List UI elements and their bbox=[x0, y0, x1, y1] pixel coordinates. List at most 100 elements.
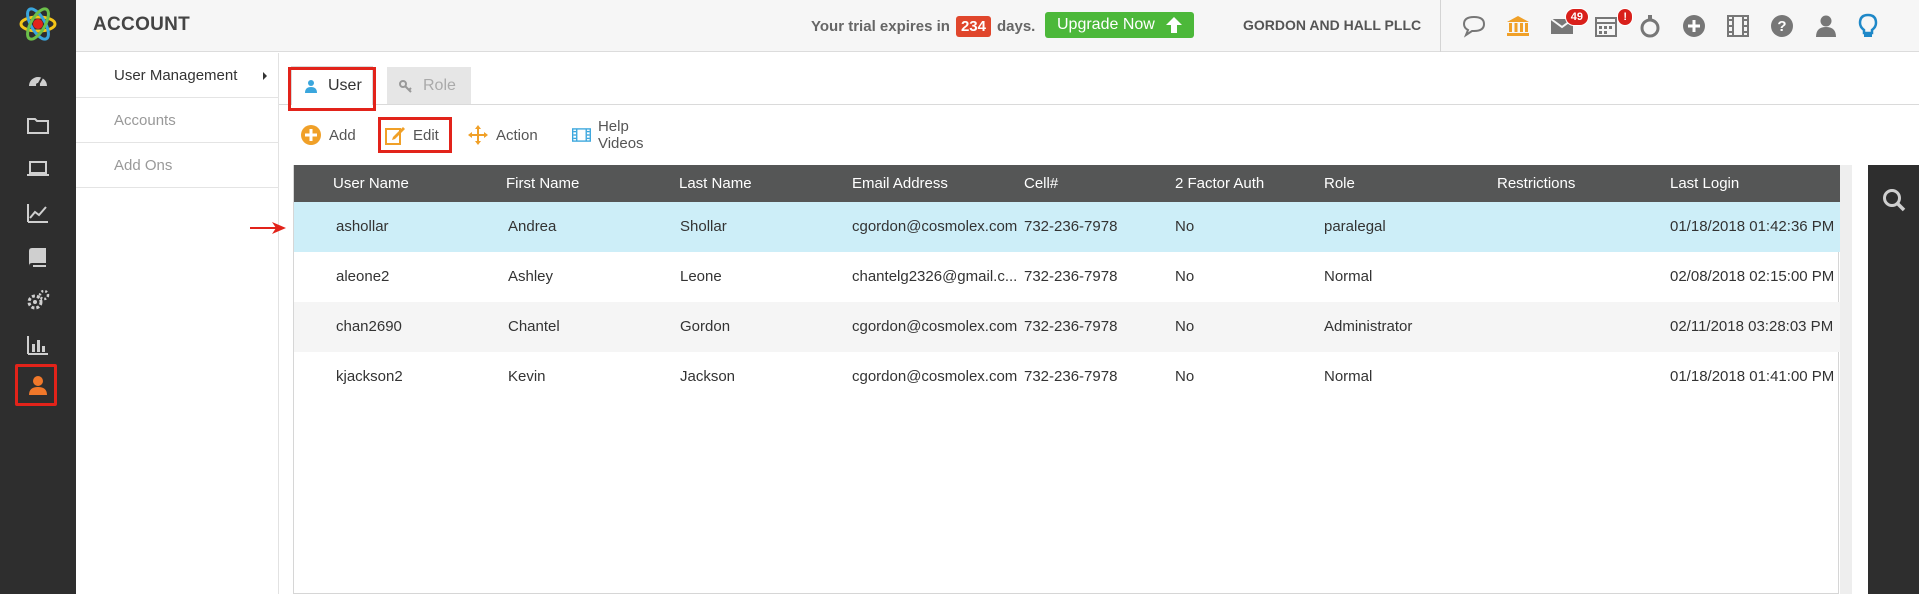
subnav-item-add-ons[interactable]: Add Ons bbox=[76, 143, 279, 188]
cell-cell: 732-236-7978 bbox=[1024, 368, 1118, 385]
col-cell[interactable]: Cell# bbox=[1024, 175, 1058, 192]
cell-role: Administrator bbox=[1324, 318, 1413, 335]
mail-icon[interactable]: 49 bbox=[1547, 8, 1589, 41]
top-header: ACCOUNT Your trial expires in 234 days. … bbox=[76, 0, 1919, 52]
active-nav-highlight bbox=[15, 364, 57, 406]
col-user-name[interactable]: User Name bbox=[333, 175, 409, 192]
cell-2fa: No bbox=[1175, 368, 1195, 385]
cell-cell: 732-236-7978 bbox=[1024, 218, 1118, 235]
col-email[interactable]: Email Address bbox=[852, 175, 948, 192]
help-videos-button[interactable]: Help Videos bbox=[572, 118, 653, 152]
subnav-item-user-management[interactable]: User Management bbox=[76, 53, 279, 98]
cell-first-name: Andrea bbox=[508, 218, 557, 235]
cell-email: chantelg2326@gmail.c... bbox=[852, 268, 1018, 285]
table-row[interactable]: chan2690 Chantel Gordon cgordon@cosmolex… bbox=[294, 302, 1840, 352]
left-rail bbox=[0, 0, 76, 594]
add-circle-icon[interactable] bbox=[1679, 11, 1709, 41]
cell-last-name: Gordon bbox=[680, 318, 731, 335]
subnav-item-label: Add Ons bbox=[114, 156, 173, 174]
trial-prefix: Your trial expires in bbox=[811, 18, 950, 35]
cell-cell: 732-236-7978 bbox=[1024, 268, 1118, 285]
app-logo-icon[interactable] bbox=[18, 4, 58, 44]
subnav-item-label: User Management bbox=[114, 66, 238, 84]
col-last-login[interactable]: Last Login bbox=[1670, 175, 1739, 192]
cell-2fa: No bbox=[1175, 218, 1195, 235]
trial-notice: Your trial expires in 234 days. bbox=[811, 16, 1035, 37]
bank-icon[interactable] bbox=[1503, 11, 1533, 41]
add-circle-icon bbox=[301, 125, 321, 145]
lightbulb-icon[interactable] bbox=[1853, 11, 1883, 41]
col-restrictions[interactable]: Restrictions bbox=[1497, 175, 1575, 192]
add-label: Add bbox=[329, 126, 356, 144]
table-row[interactable]: kjackson2 Kevin Jackson cgordon@cosmolex… bbox=[294, 352, 1840, 402]
cell-role: paralegal bbox=[1324, 218, 1386, 235]
calendar-icon[interactable]: ! bbox=[1591, 8, 1633, 41]
upgrade-label: Upgrade Now bbox=[1057, 16, 1155, 33]
user-profile-icon[interactable] bbox=[1811, 11, 1841, 41]
cell-user-name: chan2690 bbox=[336, 318, 402, 335]
upgrade-button[interactable]: Upgrade Now bbox=[1045, 12, 1194, 38]
gears-icon[interactable] bbox=[0, 279, 76, 323]
action-button[interactable]: Action bbox=[467, 118, 538, 152]
calendar-alert-badge: ! bbox=[1617, 8, 1633, 26]
film-icon[interactable] bbox=[1723, 11, 1753, 41]
dashboard-icon[interactable] bbox=[0, 59, 76, 103]
timer-icon[interactable] bbox=[1635, 11, 1665, 41]
book-icon[interactable] bbox=[0, 235, 76, 279]
account-subnav: User Management Accounts Add Ons bbox=[76, 53, 279, 594]
col-role[interactable]: Role bbox=[1324, 175, 1355, 192]
tab-bar: User Role bbox=[279, 53, 1919, 111]
grid-scrollbar[interactable] bbox=[1840, 165, 1852, 594]
right-search-panel bbox=[1868, 165, 1919, 594]
firm-name: GORDON AND HALL PLLC bbox=[1243, 17, 1422, 33]
trial-days-badge: 234 bbox=[955, 16, 991, 37]
cell-email: cgordon@cosmolex.com bbox=[852, 218, 1018, 235]
red-arrow-annotation-icon bbox=[250, 222, 286, 234]
col-2fa[interactable]: 2 Factor Auth bbox=[1175, 175, 1264, 192]
cell-user-name: aleone2 bbox=[336, 268, 390, 285]
svg-text:?: ? bbox=[1777, 18, 1786, 35]
action-label: Action bbox=[496, 126, 538, 144]
cell-last-login: 01/18/2018 01:41:00 PM bbox=[1670, 368, 1835, 385]
col-first-name[interactable]: First Name bbox=[506, 175, 579, 192]
film-strip-icon bbox=[572, 128, 591, 142]
laptop-icon[interactable] bbox=[0, 147, 76, 191]
header-divider bbox=[1440, 0, 1441, 52]
page-title: ACCOUNT bbox=[93, 14, 191, 35]
add-button[interactable]: Add bbox=[300, 118, 356, 152]
cell-last-name: Leone bbox=[680, 268, 722, 285]
user-tab-highlight bbox=[288, 67, 376, 111]
subnav-item-accounts[interactable]: Accounts bbox=[76, 98, 279, 143]
chart-line-icon[interactable] bbox=[0, 191, 76, 235]
folder-icon[interactable] bbox=[0, 103, 76, 147]
cell-email: cgordon@cosmolex.com bbox=[852, 368, 1018, 385]
help-icon[interactable]: ? bbox=[1767, 11, 1797, 41]
subnav-item-label: Accounts bbox=[114, 111, 176, 129]
cell-email: cgordon@cosmolex.com bbox=[852, 318, 1018, 335]
tab-role[interactable]: Role bbox=[387, 67, 471, 104]
cell-role: Normal bbox=[1324, 268, 1373, 285]
mail-count-badge: 49 bbox=[1564, 8, 1589, 26]
trial-suffix: days. bbox=[996, 18, 1036, 35]
cell-first-name: Chantel bbox=[508, 318, 560, 335]
col-last-name[interactable]: Last Name bbox=[679, 175, 752, 192]
cell-last-login: 02/11/2018 03:28:03 PM bbox=[1670, 318, 1834, 335]
table-row[interactable]: ashollar Andrea Shollar cgordon@cosmolex… bbox=[294, 202, 1840, 252]
cell-last-login: 01/18/2018 01:42:36 PM bbox=[1670, 218, 1835, 235]
help-videos-label: Help Videos bbox=[597, 118, 644, 152]
search-icon[interactable] bbox=[1881, 187, 1907, 213]
tab-label: Role bbox=[423, 76, 456, 94]
arrow-up-icon bbox=[1165, 17, 1182, 33]
cell-last-name: Jackson bbox=[680, 368, 736, 385]
cell-last-name: Shollar bbox=[680, 218, 727, 235]
users-grid: User Name First Name Last Name Email Add… bbox=[293, 165, 1852, 594]
cell-last-login: 02/08/2018 02:15:00 PM bbox=[1670, 268, 1835, 285]
cell-user-name: ashollar bbox=[336, 218, 389, 235]
caret-right-icon bbox=[263, 72, 267, 80]
bar-chart-icon[interactable] bbox=[0, 323, 76, 367]
cell-2fa: No bbox=[1175, 268, 1195, 285]
cell-cell: 732-236-7978 bbox=[1024, 318, 1118, 335]
grid-header: User Name First Name Last Name Email Add… bbox=[294, 165, 1840, 202]
chat-icon[interactable] bbox=[1459, 11, 1489, 41]
table-row[interactable]: aleone2 Ashley Leone chantelg2326@gmail.… bbox=[294, 252, 1840, 302]
